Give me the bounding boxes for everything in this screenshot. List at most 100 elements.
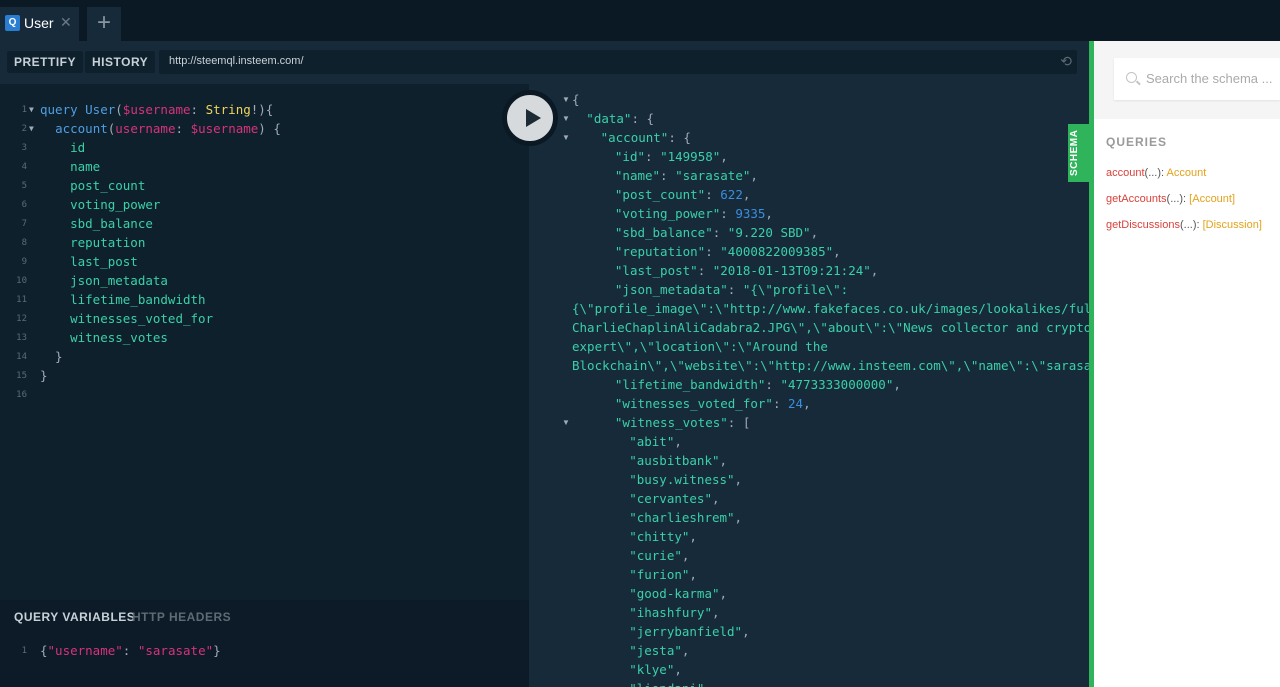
result-line: "sbd_balance": "9.220 SBD",: [615, 225, 818, 240]
code-token: expert\",\"location\":\"Around the: [572, 339, 828, 354]
history-button[interactable]: HISTORY: [85, 51, 156, 73]
result-line: "jerrybanfield",: [629, 624, 749, 639]
code-token: "9.220 SBD": [727, 225, 811, 240]
code-token: :: [122, 643, 138, 658]
code-token: ,: [734, 472, 743, 487]
code-line: last_post: [40, 254, 138, 269]
line-number: 2: [21, 124, 27, 134]
fold-arrow-icon[interactable]: ▼: [562, 95, 570, 104]
tab-http-headers[interactable]: HTTP HEADERS: [132, 610, 231, 624]
run-button[interactable]: [503, 91, 557, 145]
code-token: username: [115, 121, 176, 136]
code-token: ) {: [258, 121, 281, 136]
variables-editor[interactable]: {"username": "sarasate"}: [40, 643, 221, 658]
code-token: :: [175, 121, 191, 136]
code-token: "post_count": [614, 187, 706, 202]
code-token: "witness_votes": [614, 415, 728, 430]
code-token: "chitty": [629, 529, 690, 544]
code-token: "reputation": [614, 244, 706, 259]
code-line: voting_power: [40, 197, 160, 212]
code-token: ,: [765, 206, 773, 221]
code-token: $username: [122, 102, 191, 117]
reload-icon[interactable]: ⟲: [1060, 53, 1072, 70]
code-token: User: [85, 102, 116, 117]
code-token: "username": [47, 643, 123, 658]
fold-arrow-icon[interactable]: ▼: [562, 418, 570, 427]
code-token: 24: [788, 396, 804, 411]
query-name[interactable]: getDiscussions: [1106, 219, 1180, 231]
line-number: 14: [16, 352, 27, 362]
code-token: "klye": [629, 662, 675, 677]
result-line: "witness_votes": [: [615, 415, 750, 430]
line-number: 5: [21, 181, 27, 191]
code-token: id: [40, 140, 86, 155]
tab-user[interactable]: Q User ✕: [0, 7, 79, 41]
fold-arrow-icon[interactable]: ▼: [562, 133, 570, 142]
query-type[interactable]: [Discussion]: [1203, 219, 1262, 231]
schema-search-input[interactable]: Search the schema ...: [1114, 58, 1280, 100]
line-number: 11: [16, 295, 27, 305]
line-number: 6: [21, 200, 27, 210]
code-token: "jesta": [629, 643, 682, 658]
code-token: json_metadata: [40, 273, 168, 288]
code-line: id: [40, 140, 85, 155]
code-token: :: [727, 282, 743, 297]
code-token: "charlieshrem": [629, 510, 735, 525]
code-token: ,: [734, 510, 743, 525]
endpoint-url-input[interactable]: http://steemql.insteem.com/ ⟲: [159, 50, 1077, 74]
query-getAccounts[interactable]: getAccounts(...): [Account]: [1106, 193, 1235, 205]
query-editor[interactable]: 1 ▼ query User($username: String!){2 ▼ acco…: [0, 84, 529, 600]
add-tab-button[interactable]: +: [87, 7, 121, 41]
code-token: "ausbitbank": [629, 453, 720, 468]
close-icon[interactable]: ✕: [60, 14, 72, 31]
code-token: :: [190, 102, 206, 117]
result-line: "good-karma",: [629, 586, 727, 601]
prettify-button[interactable]: PRETTIFY: [7, 51, 84, 73]
code-line: name: [40, 159, 100, 174]
code-token: "liondani": [629, 681, 704, 687]
query-account[interactable]: account(...): Account: [1106, 167, 1206, 179]
query-getDiscussions[interactable]: getDiscussions(...): [Discussion]: [1106, 219, 1262, 231]
result-line: "json_metadata": "{\"profile\":: [615, 282, 848, 297]
result-line: "post_count": 622,: [615, 187, 750, 202]
query-args: (...): [1179, 219, 1197, 231]
code-token: !){: [250, 102, 274, 117]
tab-query-variables[interactable]: QUERY VARIABLES: [14, 610, 135, 624]
query-name[interactable]: account: [1106, 167, 1145, 179]
tab-bar: Q User ✕ +: [0, 0, 1280, 41]
query-type[interactable]: [Account]: [1189, 193, 1235, 205]
queries-heading: QUERIES: [1106, 135, 1168, 149]
schema-toggle-button[interactable]: SCHEMA: [1068, 124, 1091, 182]
result-line: "abit",: [629, 434, 682, 449]
fold-arrow-icon[interactable]: ▼: [29, 105, 34, 114]
line-number: 1: [21, 646, 27, 656]
result-line: "charlieshrem",: [629, 510, 742, 525]
code-token: "sarasate": [137, 643, 214, 658]
code-token: :: [660, 168, 676, 183]
result-line: "liondani",: [629, 681, 712, 687]
query-args: (...): [1144, 167, 1162, 179]
result-line: "chitty",: [629, 529, 697, 544]
code-token: "sbd_balance": [614, 225, 713, 240]
code-token: "lifetime_bandwidth": [614, 377, 766, 392]
query-type[interactable]: Account: [1167, 167, 1207, 179]
code-line: }: [40, 368, 48, 383]
result-line: "furion",: [629, 567, 697, 582]
code-token: "good-karma": [629, 586, 720, 601]
code-token: "data": [586, 111, 632, 126]
result-line: expert\",\"location\":\"Around the: [572, 339, 828, 354]
code-token: "account": [600, 130, 669, 145]
code-line: sbd_balance: [40, 216, 153, 231]
code-token: $username: [190, 121, 259, 136]
line-number: 3: [21, 143, 27, 153]
code-token: ,: [711, 491, 720, 506]
fold-arrow-icon[interactable]: ▼: [29, 124, 34, 133]
query-name[interactable]: getAccounts: [1106, 193, 1167, 205]
code-token: :: [705, 187, 721, 202]
result-line: "voting_power": 9335,: [615, 206, 773, 221]
code-token: ,: [681, 643, 690, 658]
fold-arrow-icon[interactable]: ▼: [562, 114, 570, 123]
search-placeholder: Search the schema ...: [1146, 71, 1273, 86]
code-token: "json_metadata": [614, 282, 728, 297]
code-token: "abit": [629, 434, 675, 449]
